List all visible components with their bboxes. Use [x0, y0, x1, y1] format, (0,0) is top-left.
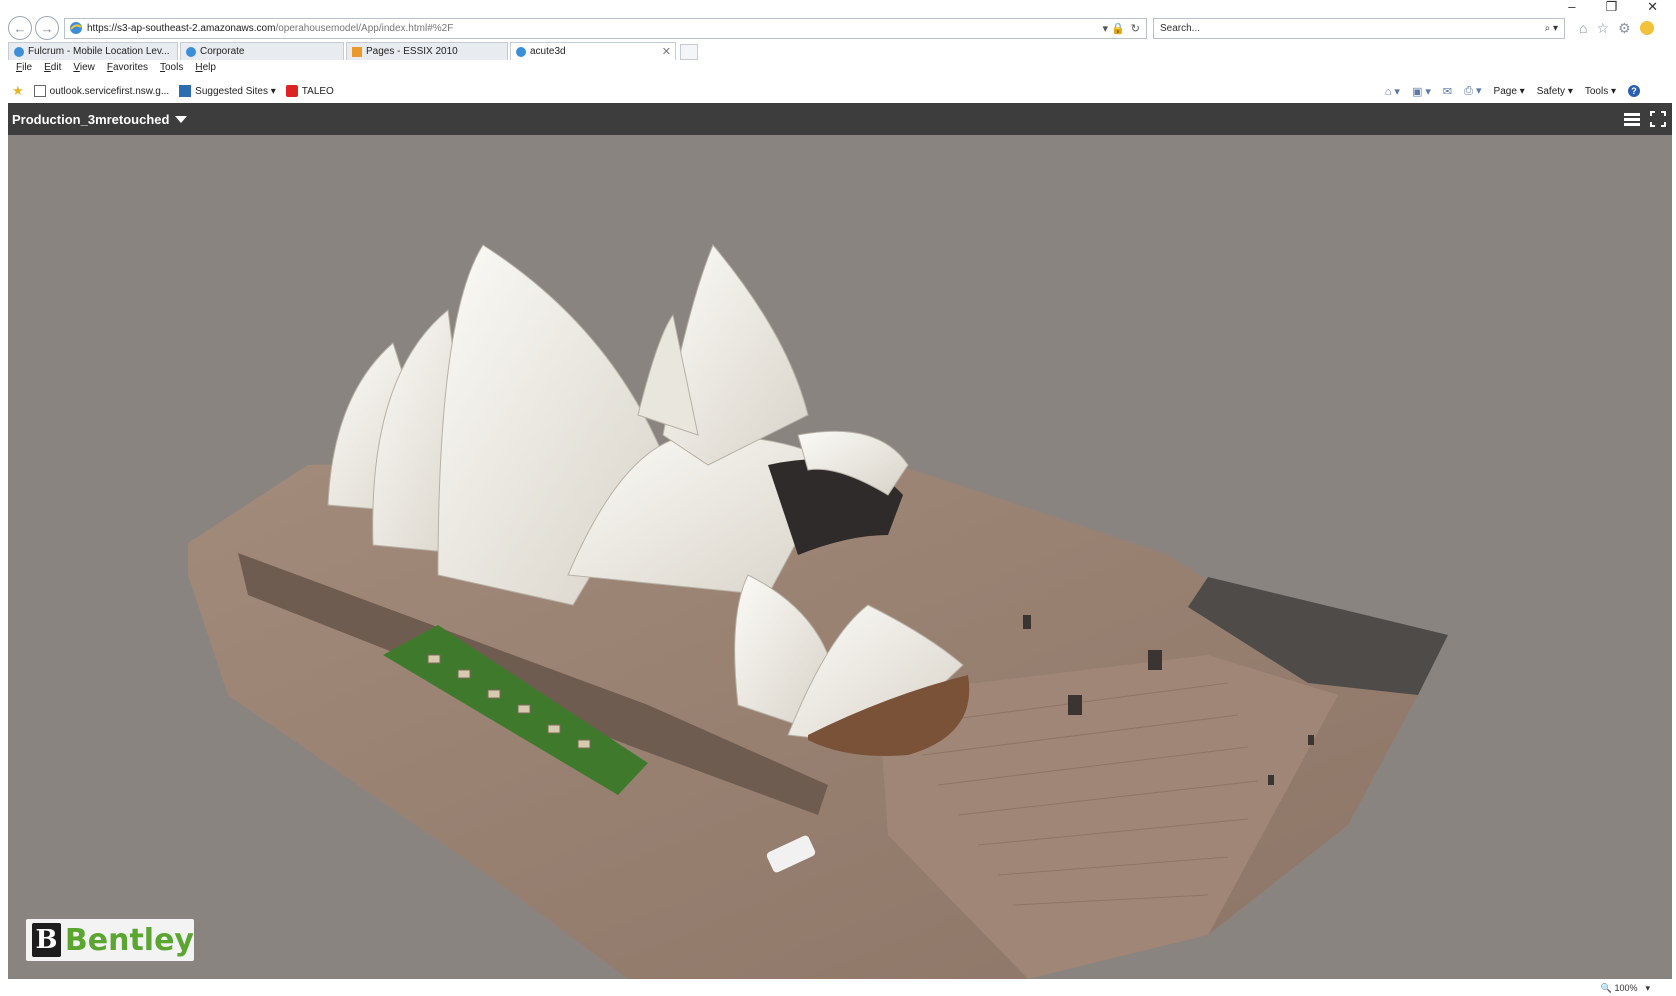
- restore-icon[interactable]: ❐: [1605, 0, 1617, 13]
- bentley-wordmark: Bentley: [64, 922, 194, 958]
- home-page-icon[interactable]: ⌂ ▾: [1385, 85, 1400, 98]
- favorites-star-icon[interactable]: ☆: [1596, 20, 1609, 37]
- new-tab-button[interactable]: [680, 44, 698, 60]
- ie-page-icon: [14, 46, 24, 57]
- search-input[interactable]: Search... ⌕ ▾: [1153, 17, 1565, 39]
- browser-icons: ⌂ ☆ ⚙: [1579, 20, 1654, 37]
- settings-gear-icon[interactable]: ⚙: [1618, 20, 1631, 37]
- tab-fulcrum[interactable]: Fulcrum - Mobile Location Lev...: [8, 42, 178, 60]
- ie-page-icon: [70, 22, 82, 34]
- address-row: ← → https://s3-ap-southeast-2.amazonaws.…: [0, 14, 1676, 42]
- favorites-add-icon[interactable]: ★: [12, 83, 24, 99]
- close-window-icon[interactable]: ✕: [1647, 0, 1658, 13]
- status-bar: 🔍 100% ▾: [0, 980, 1676, 996]
- zoom-caret-icon[interactable]: ▾: [1645, 983, 1650, 994]
- model-selector[interactable]: Production_3mretouched: [12, 112, 188, 127]
- url-text[interactable]: https://s3-ap-southeast-2.amazonaws.com/…: [87, 23, 1103, 34]
- minimize-icon[interactable]: –: [1568, 0, 1575, 13]
- menu-file[interactable]: File: [16, 62, 32, 78]
- print-icon[interactable]: ⎙ ▾: [1464, 84, 1481, 98]
- 3d-viewer[interactable]: Production_3mretouched B Bentley: [8, 103, 1672, 979]
- close-tab-icon[interactable]: ✕: [662, 45, 671, 58]
- tab-strip: Fulcrum - Mobile Location Lev... Corpora…: [8, 42, 698, 60]
- home-icon[interactable]: ⌂: [1579, 20, 1587, 36]
- bing-icon: [179, 85, 192, 97]
- zoom-level[interactable]: 🔍 100%: [1601, 983, 1638, 994]
- lock-icon[interactable]: ▾ 🔒: [1103, 22, 1125, 35]
- menu-favorites[interactable]: Favorites: [107, 62, 148, 78]
- page-icon: [33, 85, 46, 97]
- search-placeholder: Search...: [1160, 22, 1201, 34]
- menu-bar: File Edit View Favorites Tools Help: [16, 62, 216, 78]
- forward-arrow-icon: →: [40, 20, 54, 36]
- menu-tools[interactable]: Tools: [160, 62, 183, 78]
- window-controls: – ❐ ✕: [1536, 0, 1676, 14]
- menu-view[interactable]: View: [73, 62, 95, 78]
- smiley-feedback-icon[interactable]: [1639, 21, 1654, 35]
- forward-button[interactable]: →: [35, 16, 59, 40]
- tab-corporate[interactable]: Corporate: [180, 42, 344, 60]
- page-menu[interactable]: Page ▾: [1494, 86, 1525, 97]
- bentley-mark-icon: B: [32, 923, 61, 957]
- address-bar[interactable]: https://s3-ap-southeast-2.amazonaws.com/…: [64, 17, 1147, 39]
- refresh-icon[interactable]: ↻: [1131, 22, 1140, 35]
- back-arrow-icon: ←: [13, 20, 27, 36]
- fav-suggested-sites[interactable]: Suggested Sites ▾: [179, 85, 276, 97]
- mail-icon[interactable]: ✉: [1443, 85, 1452, 98]
- opera-house-3d-model[interactable]: [8, 135, 1672, 979]
- safety-menu[interactable]: Safety ▾: [1537, 86, 1573, 97]
- caret-down-icon: [175, 115, 188, 123]
- ie-page-icon: [186, 46, 196, 57]
- feeds-icon[interactable]: ▣ ▾: [1412, 85, 1431, 98]
- sharepoint-icon: [352, 46, 362, 57]
- command-bar: ⌂ ▾ ▣ ▾ ✉ ⎙ ▾ Page ▾ Safety ▾ Tools ▾ ?: [1385, 84, 1664, 98]
- tools-menu[interactable]: Tools ▾: [1585, 86, 1616, 97]
- tab-acute3d[interactable]: acute3d ✕: [510, 42, 676, 60]
- tab-pages-essix[interactable]: Pages - ESSIX 2010: [346, 42, 508, 60]
- viewer-toolbar: Production_3mretouched: [8, 103, 1672, 135]
- back-button[interactable]: ←: [8, 16, 32, 40]
- taleo-icon: [285, 85, 298, 97]
- menu-help[interactable]: Help: [195, 62, 216, 78]
- ie-page-icon: [516, 46, 526, 57]
- search-icon[interactable]: ⌕ ▾: [1545, 23, 1558, 34]
- fav-taleo[interactable]: TALEO: [285, 85, 334, 97]
- fav-outlook[interactable]: outlook.servicefirst.nsw.g...: [33, 85, 169, 97]
- fullscreen-icon[interactable]: [1650, 111, 1666, 127]
- help-icon[interactable]: ?: [1628, 85, 1640, 97]
- favorites-bar: ★ outlook.servicefirst.nsw.g... Suggeste…: [12, 82, 1664, 100]
- menu-icon[interactable]: [1624, 112, 1640, 126]
- shell-west-5: [662, 244, 809, 466]
- menu-edit[interactable]: Edit: [44, 62, 61, 78]
- bentley-logo: B Bentley: [26, 919, 194, 961]
